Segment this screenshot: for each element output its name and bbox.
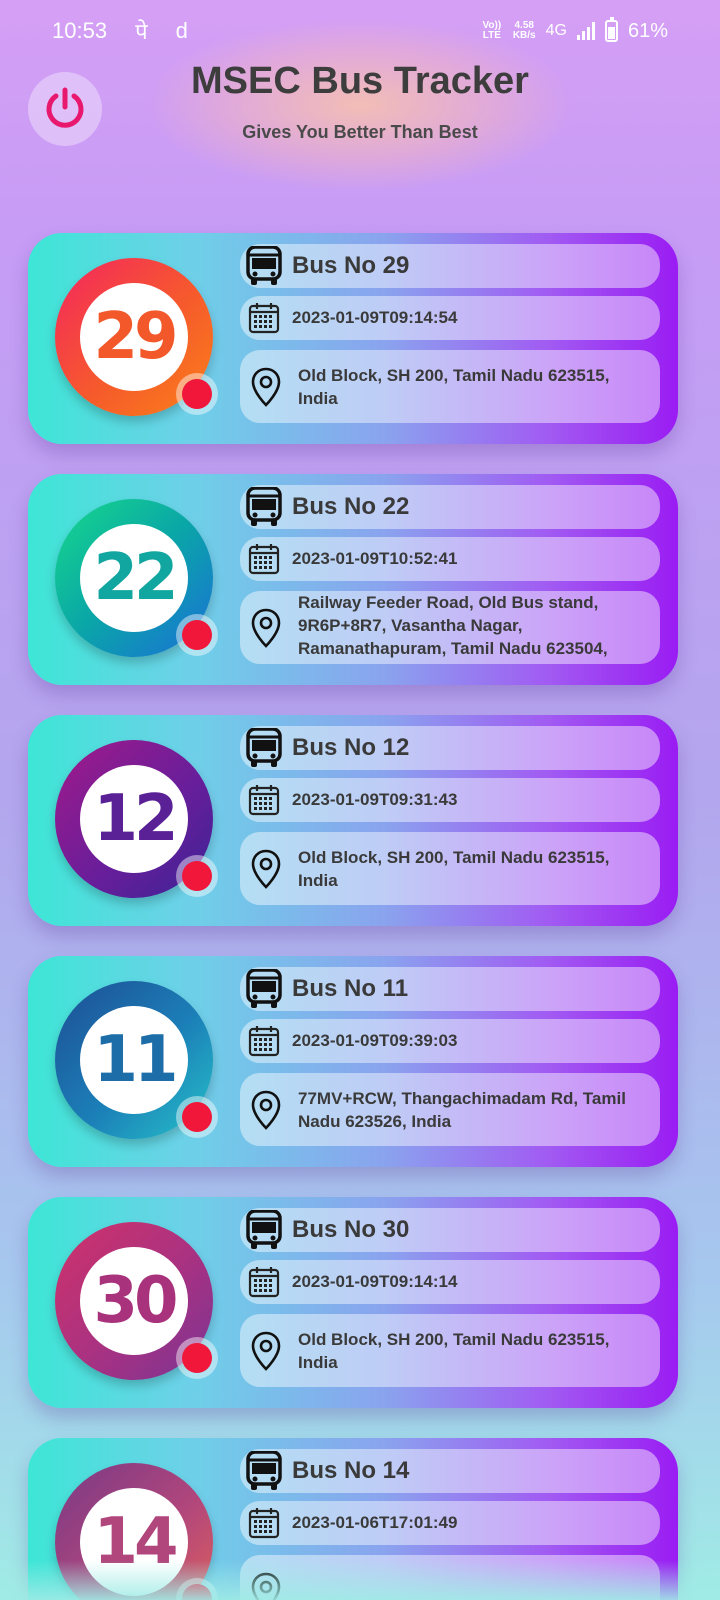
bus-number: 12	[80, 765, 188, 873]
bus-name: Bus No 14	[292, 1457, 410, 1484]
calendar-icon	[244, 1266, 284, 1298]
network-speed: 4.58 KB/s	[513, 21, 536, 41]
bus-location: Old Block, SH 200, Tamil Nadu 623515, In…	[298, 365, 610, 408]
bus-timestamp: 2023-01-09T09:31:43	[292, 790, 458, 809]
page-title: MSEC Bus Tracker	[191, 60, 529, 102]
bus-timestamp: 2023-01-09T10:52:41	[292, 549, 458, 568]
signal-icon	[576, 22, 595, 40]
calendar-icon	[244, 302, 284, 334]
bus-name-row: Bus No 14	[240, 1449, 660, 1493]
calendar-icon	[244, 1507, 284, 1539]
bus-location: 77MV+RCW, Thangachimadam Rd, Tamil Nadu …	[298, 1088, 626, 1131]
calendar-icon	[244, 1025, 284, 1057]
bus-card-22[interactable]: 22 Bus No 22 2023-01-09T10:52:41 Railway…	[28, 474, 678, 685]
timestamp-row: 2023-01-09T09:14:54	[240, 296, 660, 340]
bus-name: Bus No 30	[292, 1216, 410, 1243]
bus-name: Bus No 22	[292, 493, 410, 520]
timestamp-row: 2023-01-06T17:01:49	[240, 1501, 660, 1545]
bus-timestamp: 2023-01-09T09:14:54	[292, 308, 458, 327]
bus-icon	[244, 1210, 284, 1250]
bus-number: 30	[80, 1247, 188, 1355]
bus-list: 29 Bus No 29 2023-01-09T09:14:54 Old Blo…	[28, 233, 678, 1600]
location-pin-icon	[246, 608, 286, 648]
bus-location: Old Block, SH 200, Tamil Nadu 623515, In…	[298, 847, 610, 890]
bus-timestamp: 2023-01-06T17:01:49	[292, 1513, 458, 1532]
location-row: Railway Feeder Road, Old Bus stand, 9R6P…	[240, 591, 660, 664]
location-pin-icon	[246, 1331, 286, 1371]
bus-card-30[interactable]: 30 Bus No 30 2023-01-09T09:14:14 Old Blo…	[28, 1197, 678, 1408]
bottom-fade	[0, 1560, 720, 1600]
live-status-dot	[176, 1096, 218, 1138]
bus-location: Old Block, SH 200, Tamil Nadu 623515, In…	[298, 1329, 610, 1372]
volte-icon: Vo)) LTE	[482, 20, 502, 41]
bus-number: 11	[80, 1006, 188, 1114]
bus-name-row: Bus No 12	[240, 726, 660, 770]
bus-icon	[244, 487, 284, 527]
bus-name-row: Bus No 30	[240, 1208, 660, 1252]
bus-card-12[interactable]: 12 Bus No 12 2023-01-09T09:31:43 Old Blo…	[28, 715, 678, 926]
live-status-dot	[176, 373, 218, 415]
location-row: Old Block, SH 200, Tamil Nadu 623515, In…	[240, 350, 660, 423]
timestamp-row: 2023-01-09T09:14:14	[240, 1260, 660, 1304]
location-row: Old Block, SH 200, Tamil Nadu 623515, In…	[240, 832, 660, 905]
live-status-dot	[176, 855, 218, 897]
live-status-dot	[176, 1337, 218, 1379]
bus-location: Railway Feeder Road, Old Bus stand, 9R6P…	[298, 593, 608, 664]
bus-name: Bus No 12	[292, 734, 410, 761]
timestamp-row: 2023-01-09T09:39:03	[240, 1019, 660, 1063]
bus-timestamp: 2023-01-09T09:14:14	[292, 1272, 458, 1291]
timestamp-row: 2023-01-09T09:31:43	[240, 778, 660, 822]
status-bar: 10:53 पे d Vo)) LTE 4.58 KB/s 4G 61%	[0, 0, 720, 62]
battery-icon	[604, 17, 618, 42]
live-status-dot	[176, 614, 218, 656]
location-row: Old Block, SH 200, Tamil Nadu 623515, In…	[240, 1314, 660, 1387]
bus-number: 22	[80, 524, 188, 632]
calendar-icon	[244, 784, 284, 816]
bus-name: Bus No 29	[292, 252, 410, 279]
bus-name-row: Bus No 11	[240, 967, 660, 1011]
bus-name-row: Bus No 29	[240, 244, 660, 288]
timestamp-row: 2023-01-09T10:52:41	[240, 537, 660, 581]
battery-percent: 61%	[627, 19, 668, 42]
bus-icon	[244, 969, 284, 1009]
bus-icon	[244, 728, 284, 768]
bus-name-row: Bus No 22	[240, 485, 660, 529]
status-time: 10:53	[52, 18, 108, 43]
location-pin-icon	[246, 367, 286, 407]
location-row: 77MV+RCW, Thangachimadam Rd, Tamil Nadu …	[240, 1073, 660, 1146]
page-subtitle: Gives You Better Than Best	[242, 122, 478, 142]
bus-icon	[244, 1451, 284, 1491]
bus-icon	[244, 246, 284, 286]
location-pin-icon	[246, 1090, 286, 1130]
location-pin-icon	[246, 849, 286, 889]
calendar-icon	[244, 543, 284, 575]
network-type: 4G	[545, 22, 567, 39]
bus-name: Bus No 11	[292, 975, 409, 1002]
speed-unit: KB/s	[512, 30, 536, 41]
bus-timestamp: 2023-01-09T09:39:03	[292, 1031, 458, 1050]
bus-card-29[interactable]: 29 Bus No 29 2023-01-09T09:14:54 Old Blo…	[28, 233, 678, 444]
notification-icon: पे	[135, 19, 148, 44]
bus-number: 29	[80, 283, 188, 391]
notification-icon: d	[175, 18, 188, 43]
bus-card-11[interactable]: 11 Bus No 11 2023-01-09T09:39:03 77MV+RC…	[28, 956, 678, 1167]
